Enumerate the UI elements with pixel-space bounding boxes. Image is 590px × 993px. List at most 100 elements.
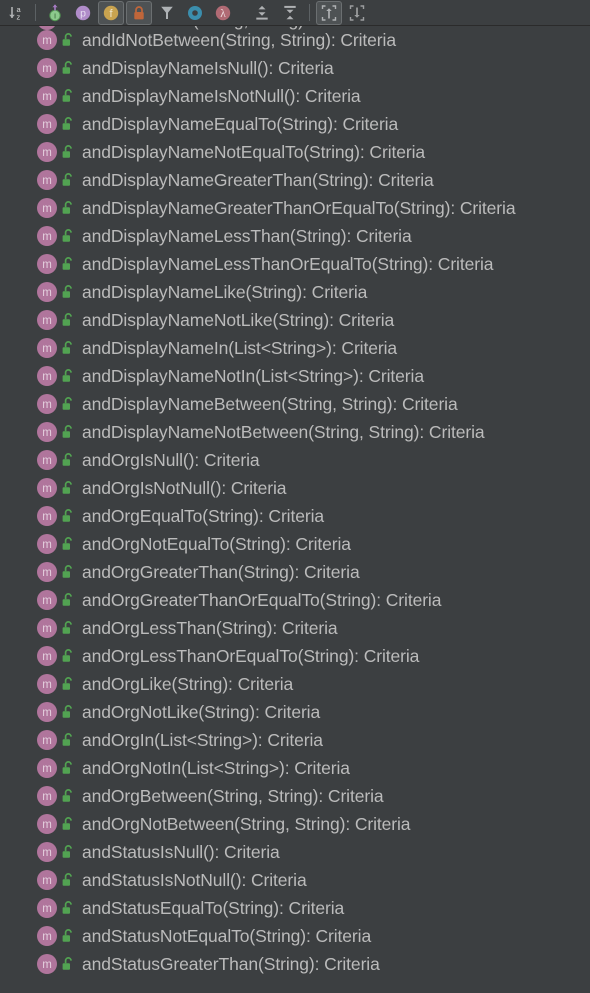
show-properties-button[interactable]: p	[70, 1, 96, 25]
list-item[interactable]: m andDisplayNameLessThan(String): Criteri…	[0, 222, 590, 250]
expand-all-button[interactable]	[249, 1, 275, 25]
sort-alphabetically-button[interactable]: a z	[3, 1, 29, 25]
list-item[interactable]: m andOrgNotEqualTo(String): Criteria	[0, 530, 590, 558]
expand-all-icon	[256, 5, 268, 20]
svg-text:p: p	[80, 7, 86, 19]
svg-text:m: m	[42, 623, 52, 635]
toolbar-separator-2	[242, 4, 243, 21]
method-icon: m	[36, 29, 58, 51]
autoscroll-to-source-button[interactable]	[316, 0, 342, 25]
public-unlocked-icon	[61, 956, 76, 972]
method-icon: m	[36, 449, 58, 471]
collapse-all-button[interactable]	[277, 1, 303, 25]
method-icon: m	[36, 813, 58, 835]
method-icon: m	[36, 337, 58, 359]
list-item[interactable]: m andStatusEqualTo(String): Criteria	[0, 894, 590, 922]
list-item-label: andDisplayNameIsNotNull(): Criteria	[82, 86, 361, 106]
svg-text:m: m	[42, 147, 52, 159]
list-item[interactable]: m andOrgEqualTo(String): Criteria	[0, 502, 590, 530]
list-item[interactable]: m andOrgLessThan(String): Criteria	[0, 614, 590, 642]
autoscroll-from-source-icon	[349, 4, 365, 21]
list-item[interactable]: m andDisplayNameBetween(String, String): …	[0, 390, 590, 418]
list-item[interactable]: m andDisplayNameNotIn(List<String>): Crit…	[0, 362, 590, 390]
toolbar-separator-3	[309, 4, 310, 21]
public-unlocked-icon	[61, 872, 76, 888]
list-item[interactable]: m andOrgIsNull(): Criteria	[0, 446, 590, 474]
method-icon: m	[36, 85, 58, 107]
svg-text:m: m	[42, 315, 52, 327]
show-lambdas-button[interactable]: λ	[210, 1, 236, 25]
public-unlocked-icon	[61, 144, 76, 160]
public-unlocked-icon	[61, 172, 76, 188]
method-icon: m	[36, 57, 58, 79]
list-item-label: andDisplayNameLike(String): Criteria	[82, 282, 368, 302]
public-unlocked-icon	[61, 844, 76, 860]
list-item[interactable]: m andDisplayNameEqualTo(String): Criteria	[0, 110, 590, 138]
list-item[interactable]: m andDisplayNameGreaterThanOrEqualTo(Stri…	[0, 194, 590, 222]
list-item[interactable]: m andOrgGreaterThan(String): Criteria	[0, 558, 590, 586]
public-unlocked-icon	[61, 564, 76, 580]
list-item[interactable]: m andDisplayNameIn(List<String>): Criteri…	[0, 334, 590, 362]
show-inherited-button[interactable]: I	[42, 1, 68, 25]
list-item[interactable]: m andOrgLessThanOrEqualTo(String): Criter…	[0, 642, 590, 670]
method-icon: m	[36, 953, 58, 975]
list-item[interactable]: m andDisplayNameLike(String): Criteria	[0, 278, 590, 306]
list-item[interactable]: m andOrgBetween(String, String): Criteria	[0, 782, 590, 810]
svg-text:m: m	[42, 119, 52, 131]
group-by-class-button[interactable]	[154, 1, 180, 25]
list-item[interactable]: m andDisplayNameIsNotNull(): Criteria	[0, 82, 590, 110]
list-item-label: andStatusGreaterThan(String): Criteria	[82, 954, 380, 974]
list-item-label: andDisplayNameNotBetween(String, String)…	[82, 422, 485, 442]
public-unlocked-icon	[61, 928, 76, 944]
svg-text:m: m	[42, 427, 52, 439]
svg-text:m: m	[42, 287, 52, 299]
list-item-label: andOrgNotEqualTo(String): Criteria	[82, 534, 351, 554]
method-icon: m	[36, 925, 58, 947]
list-item[interactable]: m andDisplayNameNotEqualTo(String): Crite…	[0, 138, 590, 166]
method-icon: m	[36, 141, 58, 163]
svg-text:m: m	[42, 343, 52, 355]
show-fields-button[interactable]: f	[98, 0, 124, 25]
list-item-label: andStatusEqualTo(String): Criteria	[82, 898, 345, 918]
list-item[interactable]: m andDisplayNameGreaterThan(String): Crit…	[0, 166, 590, 194]
list-item[interactable]: m andDisplayNameLessThanOrEqualTo(String)…	[0, 250, 590, 278]
svg-text:m: m	[42, 679, 52, 691]
list-item[interactable]: m andStatusNotEqualTo(String): Criteria	[0, 922, 590, 950]
list-item-label: andOrgIsNotNull(): Criteria	[82, 478, 287, 498]
public-unlocked-icon	[61, 424, 76, 440]
list-item[interactable]: m andDisplayNameNotBetween(String, String…	[0, 418, 590, 446]
list-item[interactable]: m andOrgGreaterThanOrEqualTo(String): Cri…	[0, 586, 590, 614]
show-anonymous-classes-button[interactable]	[182, 1, 208, 25]
list-item[interactable]: m andOrgLike(String): Criteria	[0, 670, 590, 698]
autoscroll-from-source-button[interactable]	[344, 1, 370, 25]
list-item[interactable]: m andIdNotBetween(String, String): Criter…	[0, 26, 590, 54]
list-item[interactable]: m andOrgNotBetween(String, String): Crite…	[0, 810, 590, 838]
lambda-icon: λ	[215, 5, 231, 20]
structure-member-list[interactable]: m andIdBetween(String, String): Criteria…	[0, 26, 590, 993]
svg-text:m: m	[42, 539, 52, 551]
field-icon: f	[103, 5, 119, 20]
list-item[interactable]: m andDisplayNameIsNull(): Criteria	[0, 54, 590, 82]
list-item[interactable]: m andOrgNotIn(List<String>): Criteria	[0, 754, 590, 782]
list-item[interactable]: m andOrgIn(List<String>): Criteria	[0, 726, 590, 754]
method-icon: m	[36, 393, 58, 415]
show-non-public-button[interactable]	[126, 0, 152, 25]
svg-text:m: m	[42, 567, 52, 579]
list-item[interactable]: m andOrgNotLike(String): Criteria	[0, 698, 590, 726]
list-item[interactable]: m andStatusGreaterThan(String): Criteria	[0, 950, 590, 978]
method-icon: m	[36, 365, 58, 387]
list-item-label: andOrgLessThan(String): Criteria	[82, 618, 338, 638]
list-item[interactable]: m andOrgIsNotNull(): Criteria	[0, 474, 590, 502]
svg-text:m: m	[42, 371, 52, 383]
public-unlocked-icon	[61, 228, 76, 244]
list-item[interactable]: m andDisplayNameNotLike(String): Criteria	[0, 306, 590, 334]
method-icon: m	[36, 225, 58, 247]
list-item[interactable]: m andStatusIsNull(): Criteria	[0, 838, 590, 866]
public-unlocked-icon	[61, 788, 76, 804]
toolbar-separator-1	[35, 4, 36, 21]
method-icon: m	[36, 169, 58, 191]
public-unlocked-icon	[61, 284, 76, 300]
list-item[interactable]: m andStatusIsNotNull(): Criteria	[0, 866, 590, 894]
public-unlocked-icon	[61, 760, 76, 776]
public-unlocked-icon	[61, 816, 76, 832]
